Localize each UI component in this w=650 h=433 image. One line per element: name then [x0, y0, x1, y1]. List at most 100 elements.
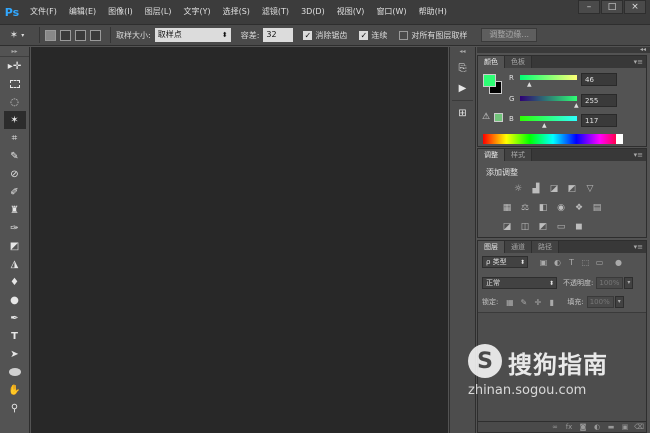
all-layers-checkbox[interactable] [399, 30, 409, 40]
opacity-dropdown-button[interactable]: ▾ [624, 277, 634, 289]
exposure-icon[interactable]: ◩ [566, 183, 578, 195]
color-balance-icon[interactable]: ⚖ [519, 202, 531, 214]
menu-item-view[interactable]: 视图(V) [331, 0, 371, 24]
brush-tool[interactable]: ✐ [4, 183, 26, 201]
blend-mode-select[interactable]: 正常 ⬍ [482, 277, 557, 289]
hue-saturation-icon[interactable]: ▦ [501, 202, 513, 214]
blue-channel-input[interactable]: 117 [581, 114, 617, 127]
blue-slider-thumb[interactable]: ▲ [542, 122, 547, 129]
filter-pixel-icon[interactable]: ▣ [538, 257, 549, 268]
intersect-selection-mode-button[interactable] [90, 29, 101, 41]
layer-style-icon[interactable]: fx [562, 423, 576, 431]
healing-brush-tool[interactable]: ⊘ [4, 165, 26, 183]
red-channel-slider[interactable] [520, 75, 577, 80]
menu-item-edit[interactable]: 编辑(E) [63, 0, 102, 24]
menu-item-type[interactable]: 文字(Y) [177, 0, 216, 24]
minimize-button[interactable]: – [578, 0, 600, 14]
menu-item-filter[interactable]: 滤镜(T) [256, 0, 295, 24]
actions-panel-button[interactable]: ▶ [452, 79, 474, 97]
fill-dropdown-button[interactable]: ▾ [614, 296, 624, 308]
photo-filter-icon[interactable]: ◉ [555, 202, 567, 214]
refine-edge-button[interactable]: 调整边缘... [481, 28, 538, 42]
contiguous-checkbox[interactable]: ✓ [359, 30, 369, 40]
panel-grip[interactable]: ◂◂ [450, 47, 475, 57]
white-swatch[interactable] [616, 134, 623, 144]
crop-tool[interactable]: ⌗ [4, 129, 26, 147]
tab-styles[interactable]: 样式 [505, 149, 532, 161]
foreground-color-swatch[interactable] [483, 74, 496, 87]
ellipse-tool[interactable] [4, 363, 26, 381]
antialias-checkbox[interactable]: ✓ [303, 30, 313, 40]
tolerance-input[interactable]: 32 [263, 28, 294, 42]
posterize-icon[interactable]: ◫ [519, 221, 531, 233]
levels-icon[interactable]: ▟ [530, 183, 542, 195]
restore-button[interactable]: □ [601, 0, 623, 14]
sample-size-select[interactable]: 取样点 ⬍ [154, 28, 231, 42]
gamut-correction-swatch[interactable] [494, 113, 503, 122]
vibrance-icon[interactable]: ▽ [584, 183, 596, 195]
green-slider-thumb[interactable]: ▲ [574, 102, 579, 109]
color-spectrum-bar[interactable] [483, 134, 623, 144]
eyedropper-tool[interactable]: ✎ [4, 147, 26, 165]
filter-type-icon[interactable]: T [566, 257, 577, 268]
menu-item-layer[interactable]: 图层(L) [139, 0, 178, 24]
type-tool[interactable]: T [4, 327, 26, 345]
filter-smart-object-icon[interactable]: ▭ [594, 257, 605, 268]
layer-mask-icon[interactable]: ◙ [576, 423, 590, 431]
marquee-tool[interactable] [4, 75, 26, 93]
add-selection-mode-button[interactable] [60, 29, 71, 41]
link-layers-icon[interactable]: ∞ [548, 423, 562, 431]
eraser-tool[interactable]: ◩ [4, 237, 26, 255]
black-white-icon[interactable]: ◧ [537, 202, 549, 214]
new-adjustment-layer-icon[interactable]: ◐ [590, 423, 604, 431]
lock-pixels-icon[interactable]: ✎ [518, 297, 529, 308]
new-group-icon[interactable]: ▬ [604, 423, 618, 431]
panel-menu-icon[interactable]: ▾≡ [634, 149, 643, 161]
green-channel-slider[interactable] [520, 96, 577, 101]
lock-position-icon[interactable]: ✛ [532, 297, 543, 308]
tab-adjustments[interactable]: 调整 [478, 149, 505, 161]
gradient-map-icon[interactable]: ▭ [555, 221, 567, 233]
lasso-tool[interactable]: ◌ [4, 93, 26, 111]
red-channel-input[interactable]: 46 [581, 73, 617, 86]
channel-mixer-icon[interactable]: ❖ [573, 202, 585, 214]
clone-stamp-tool[interactable]: ♜ [4, 201, 26, 219]
menu-item-3d[interactable]: 3D(D) [295, 0, 331, 24]
tool-preset-picker[interactable]: ✶ ▾ [0, 30, 34, 41]
history-brush-tool[interactable]: ✑ [4, 219, 26, 237]
menu-item-image[interactable]: 图像(I) [102, 0, 139, 24]
green-channel-input[interactable]: 255 [581, 94, 617, 107]
tab-channels[interactable]: 通道 [505, 241, 532, 253]
tab-paths[interactable]: 路径 [532, 241, 559, 253]
invert-icon[interactable]: ◪ [501, 221, 513, 233]
dodge-tool[interactable]: ● [4, 291, 26, 309]
zoom-tool[interactable]: ⚲ [4, 399, 26, 417]
document-canvas-area[interactable] [31, 47, 448, 433]
filter-adjustment-icon[interactable]: ◐ [552, 257, 563, 268]
fill-input[interactable]: 100% [586, 296, 614, 308]
blur-tool[interactable]: ♦ [4, 273, 26, 291]
filter-toggle-icon[interactable]: ● [613, 257, 624, 268]
path-selection-tool[interactable]: ➤ [4, 345, 26, 363]
menu-item-file[interactable]: 文件(F) [24, 0, 63, 24]
color-lookup-icon[interactable]: ▤ [591, 202, 603, 214]
panel-grip[interactable]: ▸▸ [0, 47, 29, 57]
paint-bucket-tool[interactable]: ◮ [4, 255, 26, 273]
lock-all-icon[interactable]: ▮ [546, 297, 557, 308]
tab-layers[interactable]: 图层 [478, 241, 505, 253]
opacity-input[interactable]: 100% [596, 277, 624, 289]
gamut-warning-icon[interactable]: ⚠ [482, 112, 490, 122]
close-button[interactable]: × [624, 0, 646, 14]
threshold-icon[interactable]: ◩ [537, 221, 549, 233]
brightness-contrast-icon[interactable]: ☼ [512, 183, 524, 195]
menu-item-window[interactable]: 窗口(W) [370, 0, 412, 24]
magic-wand-tool[interactable]: ✶ [3, 111, 26, 129]
red-slider-thumb[interactable]: ▲ [527, 81, 532, 88]
filter-shape-icon[interactable]: ⬚ [580, 257, 591, 268]
panel-grip[interactable]: ◂◂ [477, 47, 650, 53]
subtract-selection-mode-button[interactable] [75, 29, 86, 41]
selective-color-icon[interactable]: ◼ [573, 221, 585, 233]
new-layer-icon[interactable]: ▣ [618, 423, 632, 431]
menu-item-help[interactable]: 帮助(H) [413, 0, 453, 24]
new-selection-mode-button[interactable] [45, 29, 56, 41]
